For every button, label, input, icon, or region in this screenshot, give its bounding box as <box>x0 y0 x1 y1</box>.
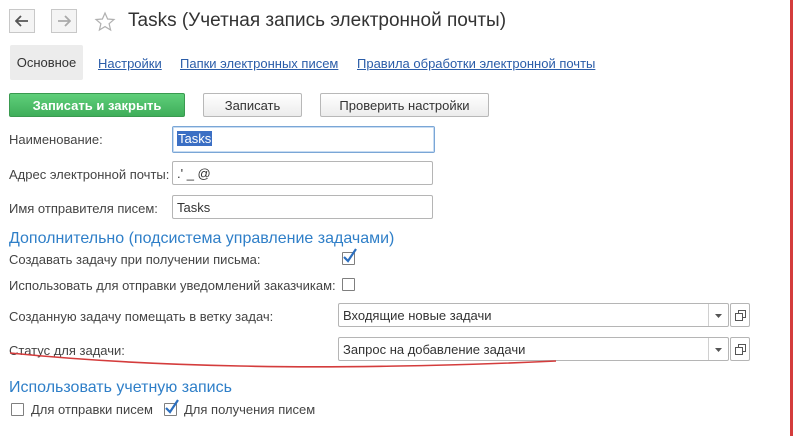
tab-mail-rules[interactable]: Правила обработки электронной почты <box>357 56 595 71</box>
task-branch-open-button[interactable] <box>730 303 750 327</box>
page-title: Tasks (Учетная запись электронной почты) <box>128 10 507 31</box>
tab-settings[interactable]: Настройки <box>98 56 162 71</box>
checkmark-icon <box>343 248 357 263</box>
email-label: Адрес электронной почты: <box>9 167 170 182</box>
checkmark-icon <box>165 399 179 414</box>
receive-mail-checkbox[interactable] <box>164 399 179 416</box>
send-mail-label: Для отправки писем <box>31 402 153 417</box>
receive-mail-label: Для получения писем <box>184 402 316 417</box>
task-branch-value: Входящие новые задачи <box>343 308 492 323</box>
name-field[interactable]: Tasks <box>172 126 435 153</box>
chevron-down-icon <box>715 314 722 318</box>
save-button[interactable]: Записать <box>203 93 302 117</box>
task-branch-dropdown-button[interactable] <box>708 304 728 326</box>
sender-name-value: Tasks <box>177 200 211 215</box>
create-task-label: Создавать задачу при получении письма: <box>9 252 261 267</box>
arrow-left-icon <box>15 15 28 27</box>
notify-customers-label: Использовать для отправки уведомлений за… <box>9 278 336 293</box>
sender-name-label: Имя отправителя писем: <box>9 201 158 216</box>
sender-name-field[interactable]: Tasks <box>172 195 433 219</box>
tab-mail-folders[interactable]: Папки электронных писем <box>180 56 338 71</box>
annotation-underline <box>9 352 557 368</box>
name-value: Tasks <box>177 131 213 146</box>
create-task-checkbox[interactable] <box>342 248 357 265</box>
save-and-close-button[interactable]: Записать и закрыть <box>9 93 185 117</box>
back-button[interactable] <box>9 9 35 33</box>
arrow-right-icon <box>58 15 71 27</box>
name-label: Наименование: <box>9 132 103 147</box>
forward-button[interactable] <box>51 9 77 33</box>
tab-main[interactable]: Основное <box>10 45 83 80</box>
task-branch-label: Созданную задачу помещать в ветку задач: <box>9 309 274 324</box>
favorite-star-icon[interactable] <box>94 11 116 33</box>
additional-section-heading: Дополнительно (подсистема управление зад… <box>9 230 395 247</box>
email-field[interactable]: .' _ @ <box>172 161 433 185</box>
check-settings-button[interactable]: Проверить настройки <box>320 93 489 117</box>
email-value: .' _ @ <box>177 166 211 181</box>
send-mail-checkbox[interactable] <box>11 403 24 416</box>
open-window-icon <box>734 309 746 321</box>
task-branch-select[interactable]: Входящие новые задачи <box>338 303 729 327</box>
notify-customers-checkbox[interactable] <box>342 278 355 291</box>
usage-section-heading: Использовать учетную запись <box>9 379 232 396</box>
